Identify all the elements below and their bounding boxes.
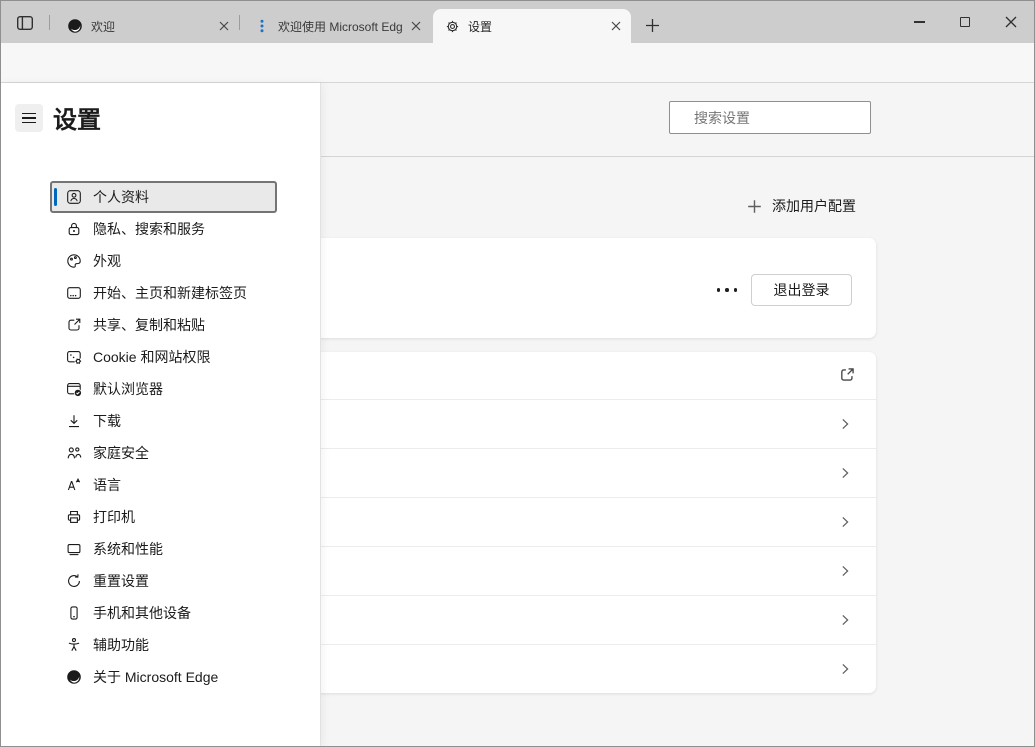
plus-icon [645,18,660,33]
tab-close-button[interactable] [215,17,233,35]
sidebar-item-default-browser[interactable]: 默认浏览器 [50,373,277,405]
tab-welcome-microsoft-edge[interactable]: 欢迎使用 Microsoft Edg [243,9,431,43]
minimize-icon [914,21,925,22]
family-icon [66,445,82,461]
sidebar-item-start-home[interactable]: 开始、主页和新建标签页 [50,277,277,309]
chevron-right-icon [838,662,852,676]
tab-welcome[interactable]: 欢迎 [56,9,239,43]
tab-close-button[interactable] [407,17,425,35]
signout-button[interactable]: 退出登录 [751,274,852,306]
close-icon [1005,16,1017,28]
tab-title: 欢迎使用 Microsoft Edg [278,18,407,35]
tab-actions-menu-button[interactable] [13,12,37,33]
hamburger-icon [22,113,36,115]
tab-title: 设置 [468,18,607,35]
external-link-icon [838,366,856,384]
toolbar: Edge edge://settings/profiles [1,43,1034,83]
sidebar-item-share-copy-paste[interactable]: 共享、复制和粘贴 [50,309,277,341]
maximize-icon [960,17,970,27]
language-icon [66,477,82,493]
window-controls [896,1,1034,43]
sidebar-item-phone-devices[interactable]: 手机和其他设备 [50,597,277,629]
vertical-tabs-icon [16,15,34,31]
gear-icon [444,18,460,34]
profile-more-options-button[interactable] [714,284,740,296]
minimize-button[interactable] [896,1,942,43]
tab-bar: 欢迎 欢迎使用 Microsoft Edg 设置 [1,1,1034,43]
reset-icon [66,573,82,589]
sidebar-item-reset-settings[interactable]: 重置设置 [50,565,277,597]
sidebar-item-family-safety[interactable]: 家庭安全 [50,437,277,469]
share-icon [66,317,82,333]
download-icon [66,413,82,429]
tab-settings-active[interactable]: 设置 [433,9,631,43]
add-profile-button[interactable]: 添加用户配置 [747,191,856,221]
sidebar-item-cookies-permissions[interactable]: Cookie 和网站权限 [50,341,277,373]
chevron-right-icon [838,466,852,480]
sidebar-item-privacy[interactable]: 隐私、搜索和服务 [50,213,277,245]
sidebar-item-about-edge[interactable]: 关于 Microsoft Edge [50,661,277,693]
lock-icon [66,221,82,237]
tab-separator [49,15,50,30]
accessibility-icon [66,637,82,653]
page-title: 设置 [53,100,101,135]
add-profile-label: 添加用户配置 [772,196,856,216]
sidebar-item-appearance[interactable]: 外观 [50,245,277,277]
phone-icon [66,605,82,621]
settings-search-box[interactable] [669,101,871,134]
tab-close-button[interactable] [607,17,625,35]
chevron-right-icon [838,515,852,529]
palette-icon [66,253,82,269]
printer-icon [66,509,82,525]
tab-title: 欢迎 [91,18,215,35]
sidebar-item-accessibility[interactable]: 辅助功能 [50,629,277,661]
maximize-button[interactable] [942,1,988,43]
browser-window: 欢迎 欢迎使用 Microsoft Edg 设置 [0,0,1035,747]
selected-accent-bar [54,188,57,206]
default-browser-icon [66,381,82,397]
chevron-right-icon [838,417,852,431]
sidebar-item-printers[interactable]: 打印机 [50,501,277,533]
chevron-right-icon [838,564,852,578]
plus-icon [747,199,762,214]
sidebar-menu-button[interactable] [15,104,43,132]
sidebar-item-languages[interactable]: 语言 [50,469,277,501]
new-tab-button[interactable] [641,14,663,36]
start-page-icon [66,285,82,301]
edge-logo-icon [66,669,82,685]
sidebar-nav: 个人资料 隐私、搜索和服务 外观 开始、主页和新建标签页 [50,181,277,693]
settings-sidebar: 设置 个人资料 隐私、搜索和服务 外观 [1,83,321,746]
sidebar-item-downloads[interactable]: 下载 [50,405,277,437]
edge-logo-icon [67,18,83,34]
cookie-permissions-icon [66,349,82,365]
close-button[interactable] [988,1,1034,43]
chevron-right-icon [838,613,852,627]
settings-search-input[interactable] [692,109,877,127]
system-icon [66,541,82,557]
sidebar-item-profiles[interactable]: 个人资料 [50,181,277,213]
welcome-page-icon [254,18,270,34]
tab-separator [239,15,240,30]
sidebar-item-system-performance[interactable]: 系统和性能 [50,533,277,565]
profile-card-icon [66,189,82,205]
